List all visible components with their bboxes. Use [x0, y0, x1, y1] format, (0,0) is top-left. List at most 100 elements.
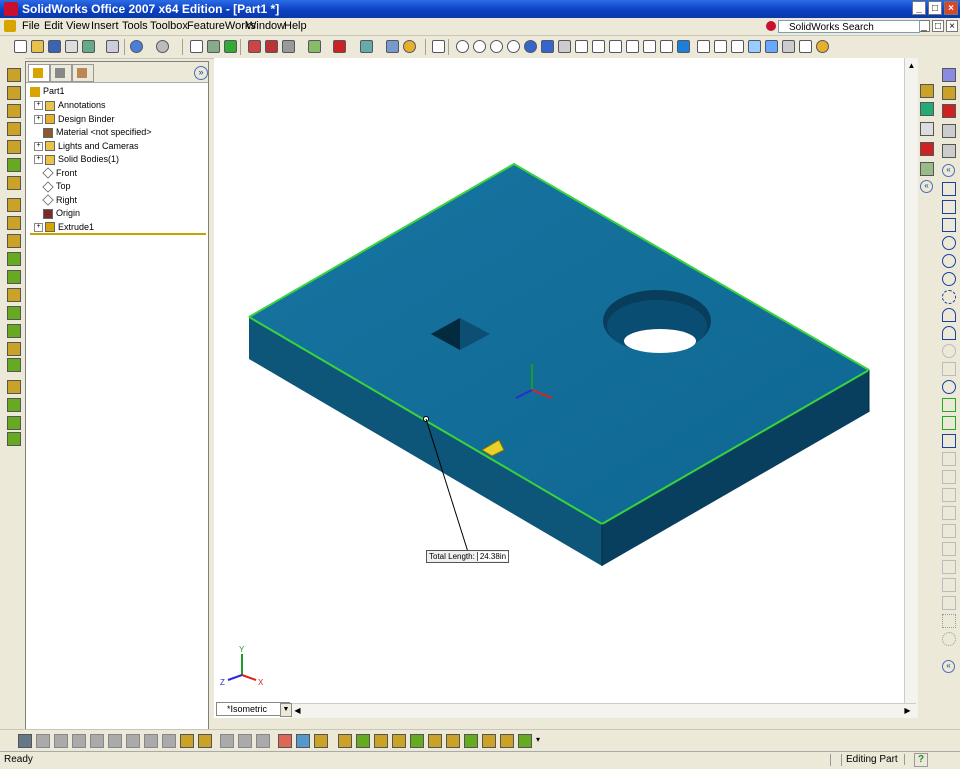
- menu-window[interactable]: Window: [246, 20, 285, 32]
- layer-icon[interactable]: [386, 40, 399, 53]
- sheetmetal-11-icon[interactable]: [518, 734, 532, 748]
- menu-tools[interactable]: Tools: [122, 20, 148, 32]
- task-view-palette-icon[interactable]: [920, 162, 934, 176]
- coordinate-system-icon[interactable]: [7, 416, 21, 430]
- trim-entities-icon[interactable]: [942, 524, 956, 538]
- circular-pattern-icon[interactable]: [7, 324, 21, 338]
- sheetmetal-10-icon[interactable]: [500, 734, 514, 748]
- display-style-icon[interactable]: [282, 40, 295, 53]
- spline-icon[interactable]: [942, 380, 956, 394]
- wireframe-icon[interactable]: [697, 40, 710, 53]
- offset-entities-icon[interactable]: [942, 488, 956, 502]
- weldment-1-icon[interactable]: [220, 734, 234, 748]
- view-front-icon[interactable]: [575, 40, 588, 53]
- extend-entities-icon[interactable]: [942, 542, 956, 556]
- expand-icon[interactable]: +: [34, 114, 43, 124]
- tab-configuration-manager[interactable]: [72, 64, 94, 82]
- weldment-3-icon[interactable]: [256, 734, 270, 748]
- shell-icon[interactable]: [7, 252, 21, 266]
- assembly-tool-9-icon[interactable]: [162, 734, 176, 748]
- table-icon[interactable]: [265, 40, 278, 53]
- linear-pattern-icon[interactable]: [7, 306, 21, 320]
- sketch-icon[interactable]: [942, 68, 956, 82]
- tree-item-top[interactable]: Top: [34, 180, 71, 193]
- sheetmetal-9-icon[interactable]: [482, 734, 496, 748]
- collapse-task-pane-icon[interactable]: «: [920, 180, 933, 193]
- line-tool-icon[interactable]: [942, 104, 956, 118]
- linear-sketch-pattern-icon[interactable]: [942, 614, 956, 628]
- task-search-icon[interactable]: [920, 142, 934, 156]
- sketch-fillet-icon[interactable]: [942, 452, 956, 466]
- draft-icon[interactable]: [7, 270, 21, 284]
- print-preview-icon[interactable]: [106, 40, 119, 53]
- assembly-tool-5-icon[interactable]: [90, 734, 104, 748]
- expand-icon[interactable]: +: [34, 101, 43, 111]
- undo-icon[interactable]: [130, 40, 143, 53]
- task-library-icon[interactable]: [920, 102, 934, 116]
- sheetmetal-2-icon[interactable]: [356, 734, 370, 748]
- view-left-icon[interactable]: [609, 40, 622, 53]
- close-button[interactable]: ×: [944, 1, 958, 15]
- shaded-icon[interactable]: [765, 40, 778, 53]
- dome-icon[interactable]: [7, 358, 21, 372]
- scroll-left-icon[interactable]: ◀: [292, 705, 303, 716]
- model-canvas[interactable]: Y X Z: [214, 58, 918, 718]
- redo-icon[interactable]: [156, 40, 169, 53]
- doc-close-button[interactable]: ×: [946, 20, 958, 32]
- horizontal-scrollbar[interactable]: ◀ ▶: [290, 703, 916, 718]
- menu-view[interactable]: View: [66, 20, 90, 32]
- collapse-sketch-toolbar-icon[interactable]: «: [942, 164, 955, 177]
- lofted-boss-icon[interactable]: [7, 122, 21, 136]
- chamfer-icon[interactable]: [7, 216, 21, 230]
- sketch-line-icon[interactable]: [942, 182, 956, 196]
- scroll-up-icon[interactable]: ▲: [906, 60, 917, 71]
- point-icon[interactable]: [7, 432, 21, 446]
- zoom-selection-icon[interactable]: [507, 40, 520, 53]
- help-icon[interactable]: [403, 40, 416, 53]
- expand-panel-icon[interactable]: »: [194, 66, 208, 80]
- help-status-icon[interactable]: ?: [914, 753, 928, 767]
- axis-icon[interactable]: [7, 398, 21, 412]
- vertical-scrollbar[interactable]: ▲ ▼: [904, 58, 919, 718]
- expand-icon[interactable]: +: [34, 155, 43, 165]
- graphics-area[interactable]: Y X Z Total Length: 24.38in: [214, 58, 918, 718]
- maximize-button[interactable]: □: [928, 1, 942, 15]
- pan-icon[interactable]: [541, 40, 554, 53]
- tree-item-lights-and-cameras[interactable]: + Lights and Cameras: [34, 141, 139, 152]
- parallelogram-tool-icon[interactable]: [942, 144, 956, 158]
- centerpoint-arc-icon[interactable]: [942, 290, 956, 304]
- mold-tool-2-icon[interactable]: [296, 734, 310, 748]
- view-dropdown-icon[interactable]: ▼: [280, 703, 292, 717]
- assembly-tool-4-icon[interactable]: [72, 734, 86, 748]
- tree-item-annotations[interactable]: + Annotations: [34, 100, 106, 111]
- assembly-tool-6-icon[interactable]: [108, 734, 122, 748]
- view-back-icon[interactable]: [592, 40, 605, 53]
- assembly-tool-3-icon[interactable]: [54, 734, 68, 748]
- sketch-chamfer-icon[interactable]: [942, 470, 956, 484]
- model-top-face[interactable]: [249, 164, 869, 524]
- sheetmetal-3-icon[interactable]: [374, 734, 388, 748]
- rotate-entities-icon[interactable]: [942, 596, 956, 610]
- mirror-entities-icon[interactable]: [942, 560, 956, 574]
- revolved-boss-icon[interactable]: [7, 86, 21, 100]
- assembly-tool-2-icon[interactable]: [36, 734, 50, 748]
- three-point-arc-icon[interactable]: [942, 326, 956, 340]
- shaded-edges-icon[interactable]: [748, 40, 761, 53]
- task-home-icon[interactable]: [920, 84, 934, 98]
- menu-file[interactable]: File: [22, 20, 40, 32]
- convert-entities-icon[interactable]: [942, 506, 956, 520]
- options-icon[interactable]: [82, 40, 95, 53]
- tab-property-manager[interactable]: [50, 64, 72, 82]
- assembly-tool-7-icon[interactable]: [126, 734, 140, 748]
- circle-icon[interactable]: [942, 254, 956, 268]
- expand-sketch-toolbar-icon[interactable]: «: [942, 660, 955, 673]
- rebuild-icon[interactable]: [207, 40, 220, 53]
- task-explorer-icon[interactable]: [920, 122, 934, 136]
- zoom-fit-icon[interactable]: [456, 40, 469, 53]
- sheetmetal-1-icon[interactable]: [338, 734, 352, 748]
- reference-geometry-icon[interactable]: [7, 380, 21, 394]
- extruded-boss-icon[interactable]: [7, 68, 21, 82]
- assembly-tool-1-icon[interactable]: [18, 734, 32, 748]
- sketch-relations-icon[interactable]: [432, 40, 445, 53]
- minimize-button[interactable]: _: [912, 1, 926, 15]
